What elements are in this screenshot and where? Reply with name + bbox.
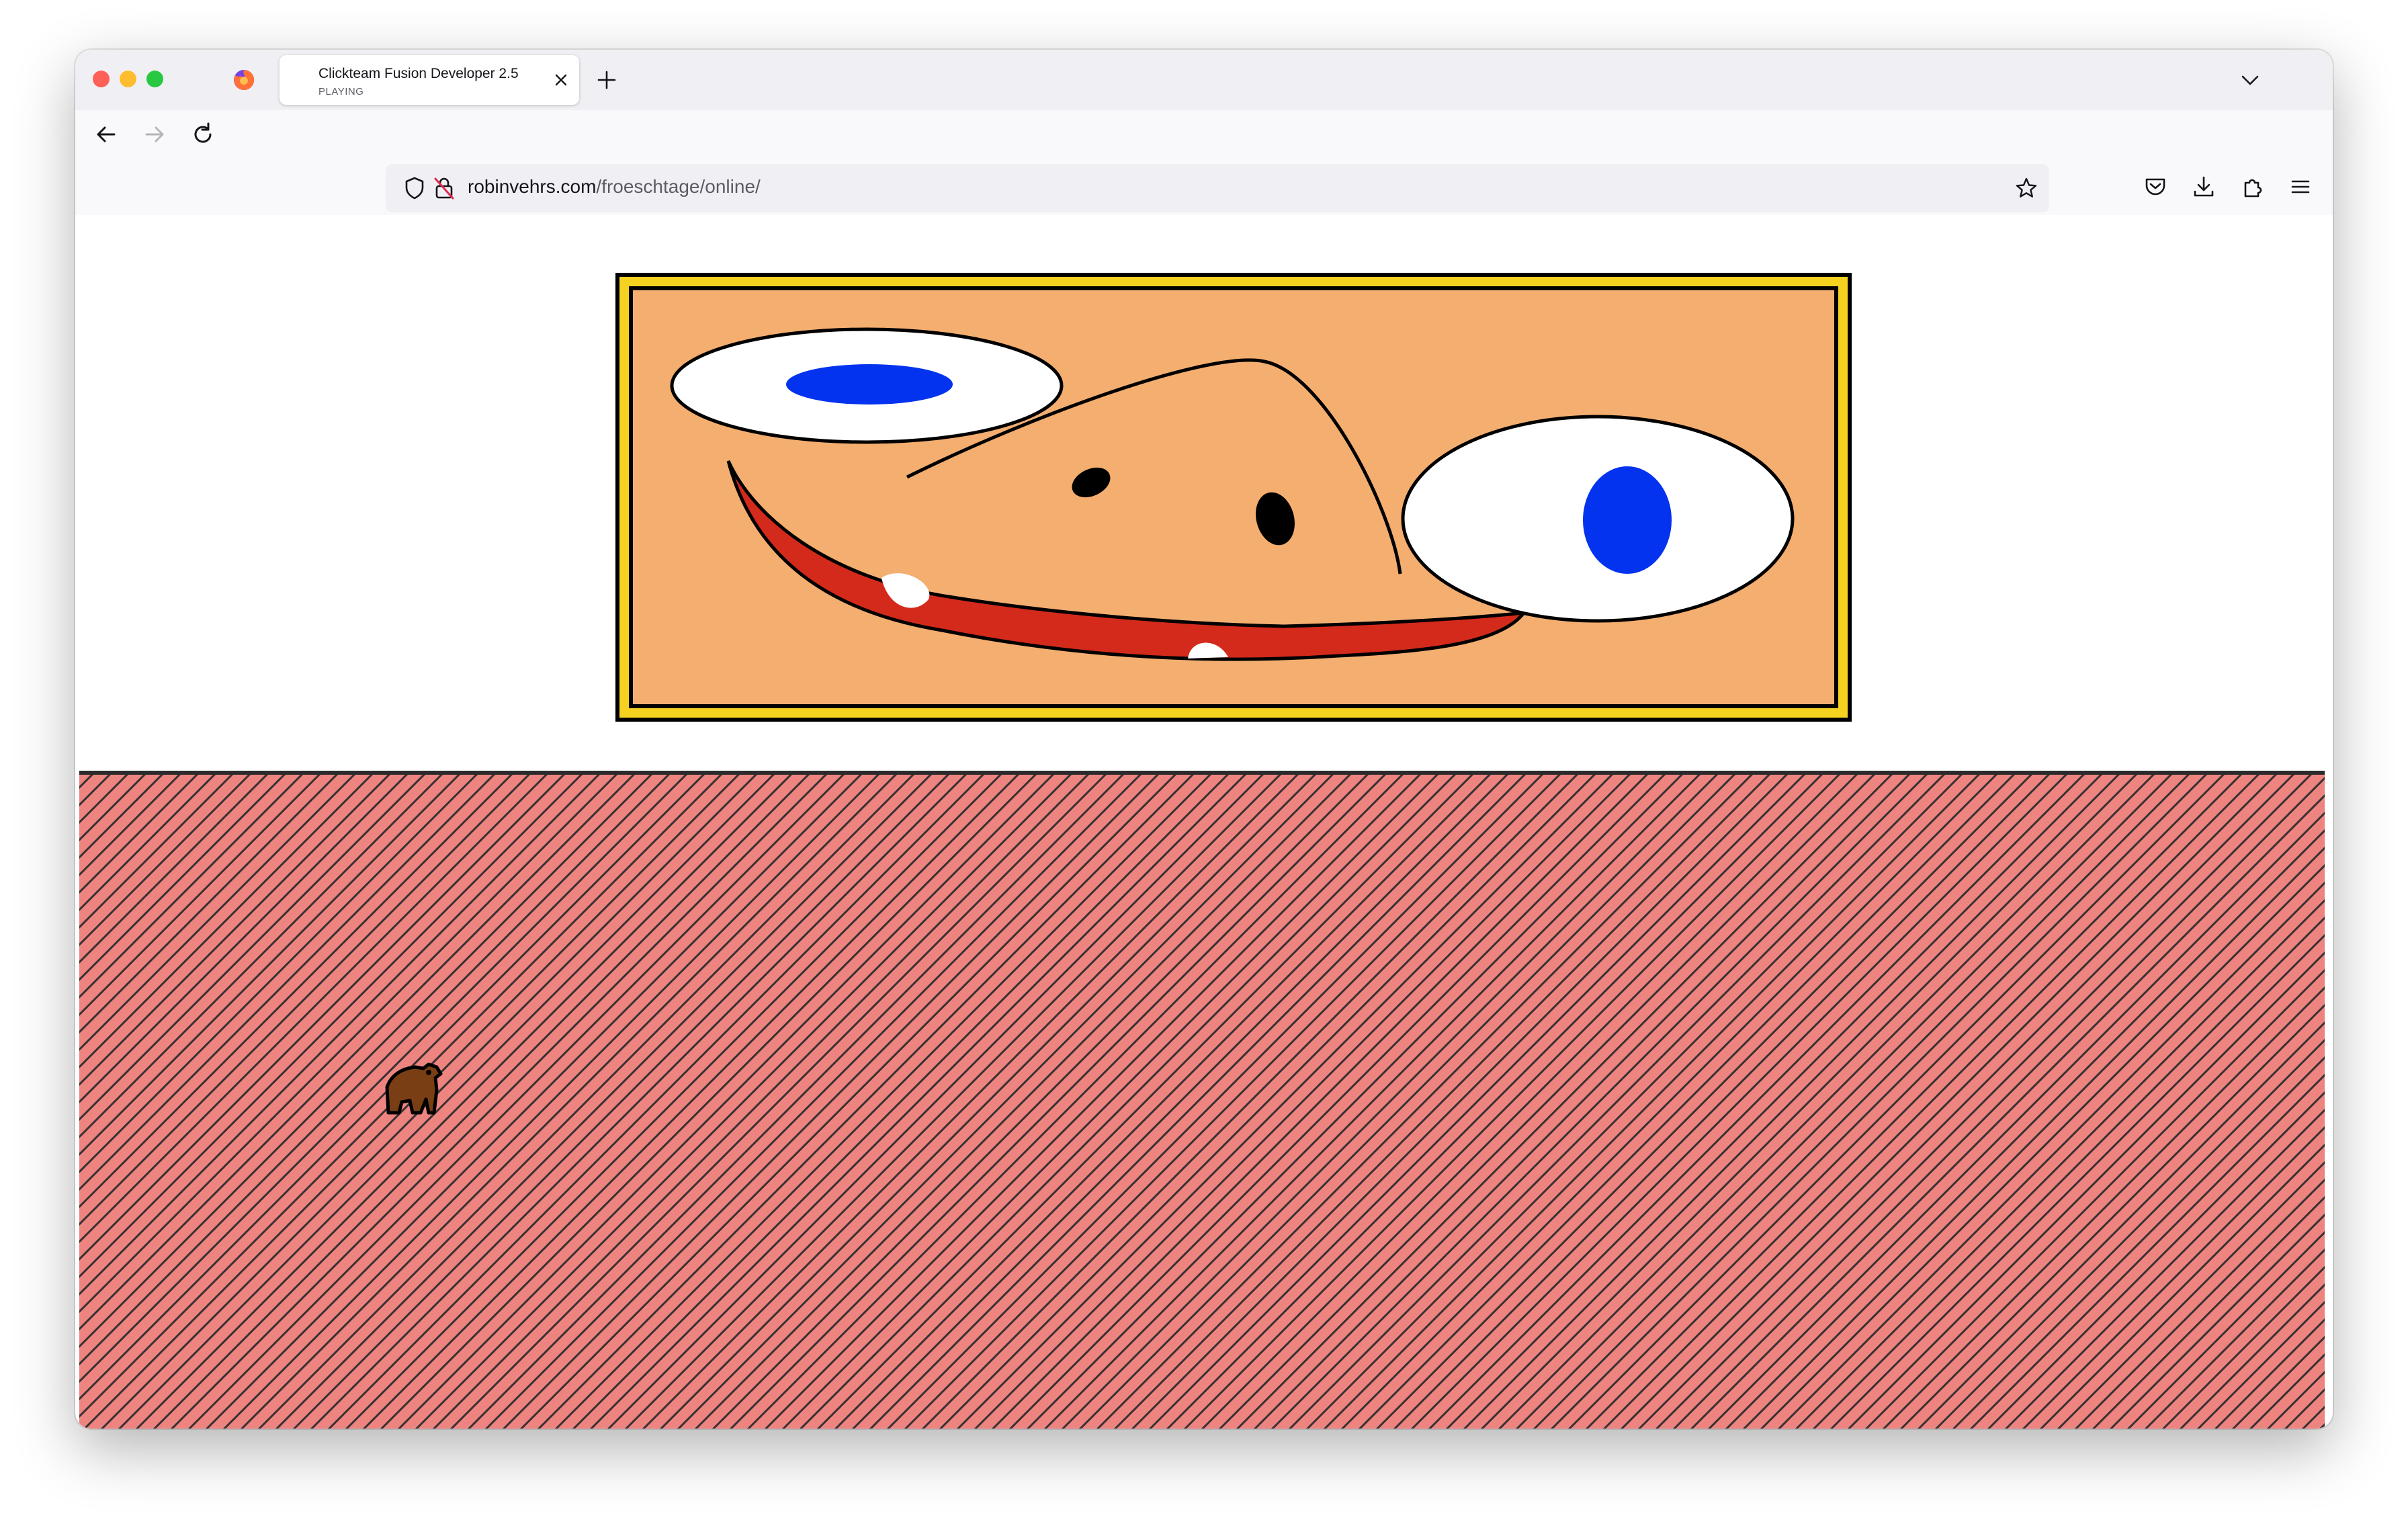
tab-playing-label: PLAYING [318, 86, 364, 97]
game-canvas[interactable] [75, 215, 2333, 1429]
tab-title: Clickteam Fusion Developer 2.5 [318, 66, 519, 81]
pocket-icon[interactable] [2143, 175, 2167, 199]
tab-strip: Clickteam Fusion Developer 2.5 PLAYING [75, 50, 2333, 110]
tracking-protection-shield-icon[interactable] [403, 176, 426, 200]
close-icon[interactable] [554, 73, 568, 87]
url-domain: robinvehrs.com [468, 176, 597, 197]
right-pupil [1583, 466, 1672, 574]
url-text[interactable]: robinvehrs.com/froeschtage/online/ [468, 176, 761, 198]
hamburger-menu-icon[interactable] [2288, 175, 2313, 199]
download-icon[interactable] [2192, 175, 2216, 199]
active-tab[interactable]: Clickteam Fusion Developer 2.5 PLAYING [280, 55, 579, 105]
address-bar[interactable]: robinvehrs.com/froeschtage/online/ [386, 164, 2049, 212]
navigation-toolbar: robinvehrs.com/froeschtage/online/ [75, 110, 2333, 216]
firefox-icon[interactable] [232, 69, 255, 91]
plus-icon[interactable] [597, 70, 617, 90]
back-arrow-icon[interactable] [93, 121, 120, 148]
page-content [75, 215, 2333, 1429]
extensions-icon[interactable] [2240, 175, 2264, 199]
bookmark-star-icon[interactable] [2014, 176, 2038, 200]
browser-window: Clickteam Fusion Developer 2.5 PLAYING r… [75, 50, 2333, 1429]
zoom-window-button[interactable] [146, 71, 163, 87]
insecure-connection-icon[interactable] [433, 176, 456, 200]
left-pupil [786, 364, 953, 405]
reload-icon[interactable] [189, 121, 216, 148]
face-banner [615, 273, 1852, 722]
chevron-down-icon[interactable] [2240, 71, 2260, 89]
minimize-window-button[interactable] [120, 71, 136, 87]
url-path: /froeschtage/online/ [596, 176, 761, 197]
character-eye [426, 1070, 431, 1075]
page-icon [293, 70, 309, 86]
close-window-button[interactable] [93, 71, 110, 87]
forward-arrow-icon[interactable] [141, 121, 168, 148]
